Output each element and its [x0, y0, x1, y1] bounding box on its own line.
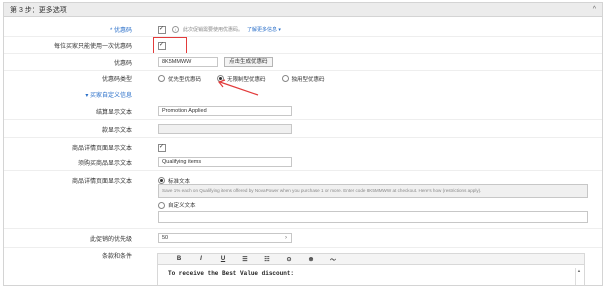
- terms-editor[interactable]: To receive the Best Value discount: ▲: [157, 265, 585, 285]
- page-title: 第 3 步：更多选项: [10, 6, 67, 14]
- italic-icon[interactable]: I: [190, 256, 212, 262]
- custom-info-section-title[interactable]: ▾ 买家自定义信息: [4, 90, 142, 99]
- bullet-list-icon[interactable]: ☰: [234, 256, 256, 263]
- custom-text-input[interactable]: [158, 211, 588, 223]
- radio-priority-coupon[interactable]: [158, 75, 165, 82]
- priority-label: 此促销的优先级: [89, 236, 132, 243]
- qualifying-input[interactable]: Qualifying items: [158, 157, 292, 167]
- radio-standard-text[interactable]: [158, 177, 165, 184]
- radio-exclusive-label: 独用型优惠码: [291, 76, 325, 83]
- detail-text-label: 商品详情页面显示文本: [71, 179, 132, 185]
- coupon-code-input[interactable]: 8K5MMWW: [158, 57, 218, 67]
- bold-icon[interactable]: B: [168, 256, 190, 262]
- editor-scrollbar[interactable]: ▲: [575, 268, 582, 285]
- once-per-buyer-label: 每位买家只能使用一次优惠码: [53, 44, 132, 50]
- standard-text-box: Save 1% each on Qualifying items offered…: [158, 184, 588, 198]
- radio-priority-label: 优先型优惠码: [168, 76, 202, 83]
- row-custom-section: ▾ 买家自定义信息: [4, 90, 602, 99]
- info-icon: i: [172, 26, 179, 33]
- collapse-chevron-icon[interactable]: ^: [593, 6, 596, 13]
- row-short-text: 款显示文本: [4, 124, 602, 134]
- checkout-text-input[interactable]: Promotion Applied: [158, 106, 292, 116]
- priority-dropdown[interactable]: 50 ›: [158, 233, 292, 243]
- panel-header[interactable]: 第 3 步：更多选项 ^: [4, 3, 602, 17]
- terms-editor-text: To receive the Best Value discount:: [168, 270, 295, 277]
- row-detail-page: 商品详情页面显示文本: [4, 143, 602, 152]
- row-coupon-code: 优惠码 8K5MMWW 点击生成优惠码: [4, 57, 602, 67]
- underline-icon[interactable]: U: [212, 256, 234, 262]
- coupon-checkbox[interactable]: [158, 25, 166, 34]
- coupon-type-label: 优惠码类型: [101, 77, 132, 83]
- coupon-help-text: 此次促销需要使用优惠码。: [183, 27, 244, 33]
- numbered-list-icon[interactable]: ☷: [256, 256, 278, 263]
- detail-page-label: 商品详情页面显示文本: [71, 146, 132, 152]
- checkout-text-label: 结算显示文本: [95, 109, 132, 116]
- row-qualifying: 须购买商品显示文本 Qualifying items: [4, 157, 602, 167]
- detail-page-checkbox[interactable]: [158, 143, 166, 152]
- row-once-per-buyer: 每位买家只能使用一次优惠码: [4, 41, 602, 50]
- more-options-panel: 第 3 步：更多选项 ^ * 优惠码 i 此次促销需要使用优惠码。 了解更多信息…: [3, 2, 603, 286]
- link-icon[interactable]: ⊙: [278, 256, 300, 263]
- radio-custom-text[interactable]: [158, 201, 165, 209]
- terms-label: 条款和条件: [101, 254, 132, 260]
- dropdown-caret-icon: ›: [285, 235, 287, 241]
- unlink-icon[interactable]: ⊗: [300, 256, 322, 263]
- coupon-label: * 优惠码: [109, 28, 132, 34]
- generate-code-button[interactable]: 点击生成优惠码: [224, 57, 273, 67]
- row-coupon-type: 优惠码类型 优先型优惠码 无限制型优惠码 独用型优惠码: [4, 74, 602, 83]
- html-source-icon[interactable]: 〜: [322, 255, 344, 264]
- radio-exclusive-coupon[interactable]: [281, 75, 289, 82]
- qualifying-label: 须购买商品显示文本: [77, 160, 132, 167]
- editor-toolbar: B I U ☰ ☷ ⊙ ⊗ 〜: [157, 253, 585, 265]
- priority-value: 50: [162, 235, 169, 241]
- row-coupon: * 优惠码 i 此次促销需要使用优惠码。 了解更多信息 ▾: [4, 25, 602, 35]
- annotation-highlight-box: [153, 37, 187, 54]
- coupon-code-label: 优惠码: [113, 60, 132, 67]
- short-text-input[interactable]: [158, 124, 292, 134]
- learn-more-link[interactable]: 了解更多信息 ▾: [247, 26, 281, 33]
- scroll-up-icon[interactable]: ▲: [577, 268, 581, 273]
- short-text-label: 款显示文本: [101, 127, 132, 134]
- row-custom-text-option: 自定义文本: [4, 201, 602, 209]
- row-checkout-text: 结算显示文本 Promotion Applied: [4, 106, 602, 116]
- row-priority: 此促销的优先级 50 ›: [4, 233, 602, 243]
- custom-text-option-label: 自定义文本: [168, 203, 196, 209]
